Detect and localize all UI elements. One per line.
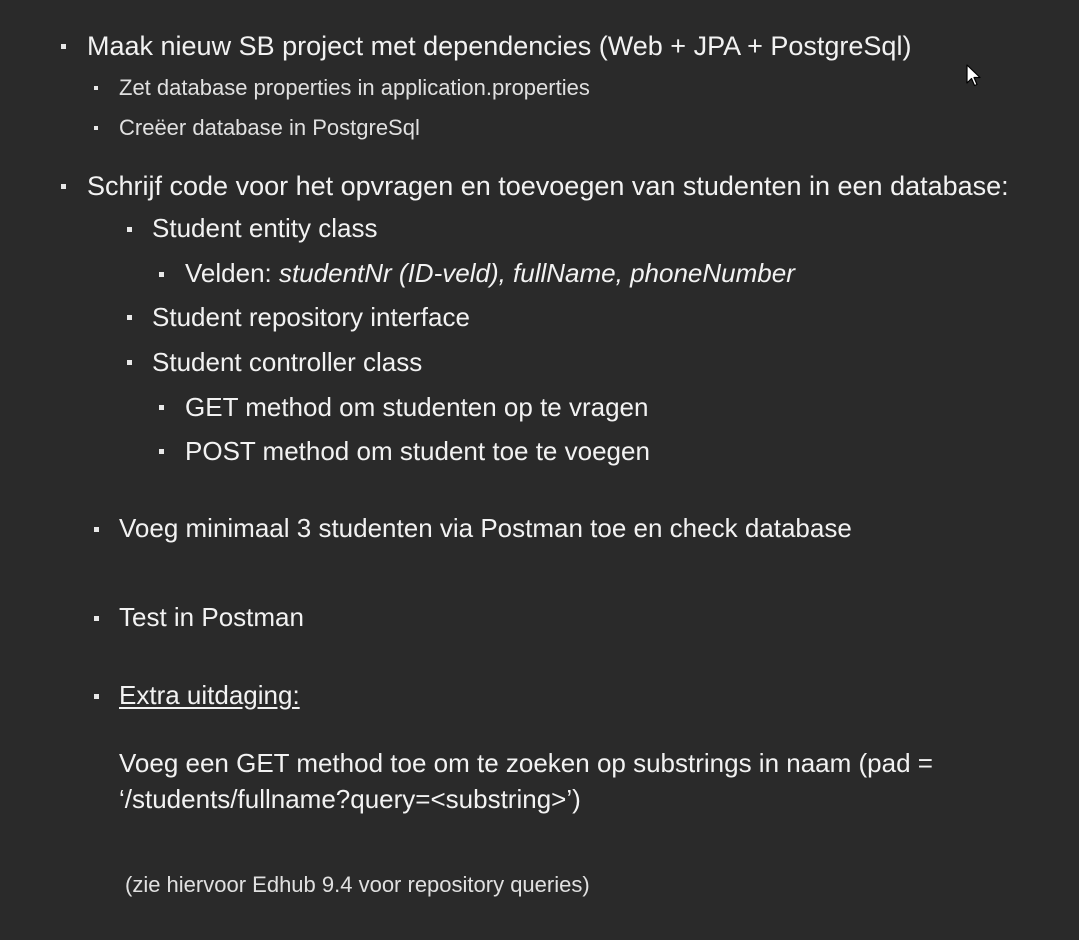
bullet	[159, 405, 164, 410]
item-creeer-database: Creëer database in PostgreSql	[119, 115, 420, 140]
item-test-postman: Test in Postman	[119, 602, 304, 632]
bullet	[159, 449, 164, 454]
item-post-method: POST method om student toe te voegen	[185, 436, 650, 466]
item-database-properties: Zet database properties in application.p…	[119, 75, 590, 100]
item-entity-class: Student entity class	[152, 213, 378, 243]
bullet	[127, 360, 132, 365]
bullet	[94, 126, 98, 130]
extra-description-line1: Voeg een GET method toe om te zoeken op …	[119, 748, 933, 778]
bullet	[127, 315, 132, 320]
bullet	[61, 44, 66, 49]
item-repository: Student repository interface	[152, 302, 470, 332]
bullet	[94, 694, 99, 699]
bullet	[61, 184, 66, 189]
item-voeg-studenten: Voeg minimaal 3 studenten via Postman to…	[119, 513, 852, 543]
item-get-method: GET method om studenten op te vragen	[185, 392, 649, 422]
item-maak-project: Maak nieuw SB project met dependencies (…	[87, 31, 912, 61]
item-schrijf-code: Schrijf code voor het opvragen en toevoe…	[87, 171, 1009, 201]
slide: Maak nieuw SB project met dependencies (…	[0, 0, 1079, 940]
item-velden: Velden: studentNr (ID-veld), fullName, p…	[185, 258, 795, 289]
velden-value: studentNr (ID-veld), fullName, phoneNumb…	[278, 258, 795, 288]
mouse-cursor-icon	[966, 64, 981, 87]
extra-description-line2: ‘/students/fullname?query=<substring>’)	[119, 784, 581, 814]
bullet	[94, 86, 98, 90]
velden-label: Velden:	[185, 258, 279, 288]
bullet	[159, 272, 164, 277]
bullet	[127, 227, 132, 232]
extra-note: (zie hiervoor Edhub 9.4 voor repository …	[125, 872, 590, 897]
item-controller: Student controller class	[152, 347, 423, 377]
item-extra-uitdaging: Extra uitdaging:	[119, 680, 300, 710]
bullet	[94, 527, 99, 532]
bullet	[94, 616, 99, 621]
